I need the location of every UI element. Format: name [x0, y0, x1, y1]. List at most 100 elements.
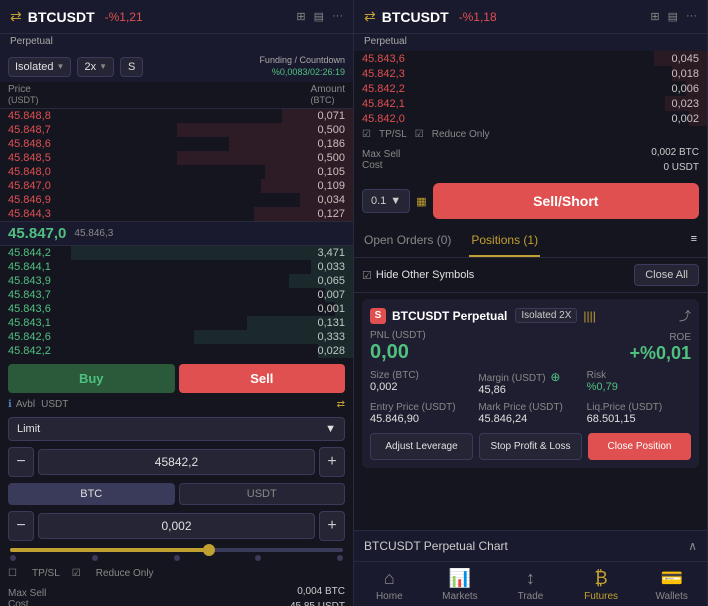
transfer-icon[interactable]: ⇄ — [337, 399, 345, 410]
right-max-sell-row: Max SellCost 0,002 BTC 0 USDT — [354, 143, 707, 177]
right-ask-row[interactable]: 45.842,3 0,018 — [354, 66, 707, 81]
right-ask-row[interactable]: 45.842,2 0,006 — [354, 81, 707, 96]
bid-row[interactable]: 45.843,1 0,131 — [0, 316, 353, 330]
right-list-icon[interactable]: ▤ — [668, 10, 678, 23]
slider-fill — [10, 548, 210, 552]
ask-row[interactable]: 45.844,3 0,127 — [0, 207, 353, 221]
right-ask-row[interactable]: 45.842,0 0,002 — [354, 111, 707, 126]
amount-decrease-btn[interactable]: − — [8, 511, 34, 541]
pnl-value: 0,00 — [370, 341, 629, 364]
right-pair-change: -%1,18 — [459, 10, 497, 24]
open-orders-tab[interactable]: Open Orders (0) — [362, 225, 453, 257]
action-buttons: Adjust Leverage Stop Profit & Loss Close… — [370, 433, 691, 460]
right-nav-trade[interactable]: ↕ Trade — [495, 568, 566, 602]
right-tpsl-row: ☑ TP/SL ☑ Reduce Only — [354, 126, 707, 143]
positions-tab[interactable]: Positions (1) — [469, 225, 540, 257]
slider-dot — [10, 555, 16, 561]
margin-val: 45,86 — [478, 384, 582, 396]
bid-row[interactable]: 45.844,2 3,471 — [0, 246, 353, 260]
ask-row[interactable]: 45.848,5 0,500 — [0, 151, 353, 165]
right-tpsl-check[interactable]: ☑ — [362, 129, 371, 140]
left-asks: 45.848,8 0,071 45.848,7 0,500 45.848,6 0… — [0, 109, 353, 221]
price-decrease-btn[interactable]: − — [8, 447, 34, 477]
left-perpetual: Perpetual — [0, 34, 353, 51]
amount-col-label: Amount(BTC) — [311, 84, 345, 106]
right-nav-home[interactable]: ⌂ Home — [354, 568, 425, 602]
pos-badges: Isolated 2X — [515, 308, 577, 323]
right-header-icons: ⊞ ▤ ··· — [650, 10, 697, 23]
bid-row[interactable]: 45.843,9 0,065 — [0, 274, 353, 288]
amount-increase-btn[interactable]: + — [319, 511, 345, 541]
share-icon[interactable]: ⤴ — [679, 307, 691, 324]
right-ask-row[interactable]: 45.842,1 0,023 — [354, 96, 707, 111]
max-sell-vals: 0,004 BTC 45,85 USDT — [290, 584, 345, 606]
grid-icon[interactable]: ⊞ — [296, 10, 305, 23]
usdt-tab[interactable]: USDT — [179, 483, 346, 505]
right-home-icon: ⌂ — [384, 568, 395, 589]
roe-section: ROE +%0,01 — [629, 332, 691, 364]
price-input[interactable] — [38, 449, 315, 475]
bid-row[interactable]: 45.843,6 0,001 — [0, 302, 353, 316]
right-sell-short-button[interactable]: Sell/Short — [433, 183, 699, 219]
right-chart-footer[interactable]: BTCUSDT Perpetual Chart ∧ — [354, 530, 707, 561]
bid-row[interactable]: 45.842,2 0,028 — [0, 344, 353, 358]
ask-row[interactable]: 45.848,6 0,186 — [0, 137, 353, 151]
amount-input[interactable] — [38, 513, 315, 539]
buy-tab[interactable]: Buy — [8, 364, 175, 393]
right-nav-markets-label: Markets — [442, 591, 478, 602]
entry-label: Entry Price (USDT) — [370, 402, 474, 413]
bid-row[interactable]: 45.844,1 0,033 — [0, 260, 353, 274]
roe-value: +%0,01 — [629, 343, 691, 364]
bid-row[interactable]: 45.843,7 0,007 — [0, 288, 353, 302]
close-position-button[interactable]: Close Position — [588, 433, 691, 460]
slider-row[interactable] — [0, 544, 353, 565]
ask-row[interactable]: 45.846,9 0,034 — [0, 193, 353, 207]
bid-row[interactable]: 45.842,6 0,333 — [0, 330, 353, 344]
left-bids: 45.844,2 3,471 45.844,1 0,033 45.843,9 0… — [0, 246, 353, 358]
order-type-row: Limit ▼ — [0, 414, 353, 444]
ask-row[interactable]: 45.848,8 0,071 — [0, 109, 353, 123]
list-view-icon[interactable]: ≡ — [689, 225, 699, 257]
right-chart-icon[interactable]: ▦ — [416, 195, 426, 208]
ask-row[interactable]: 45.848,0 0,105 — [0, 165, 353, 179]
slider-track[interactable] — [10, 548, 343, 552]
mark-label: Mark Price (USDT) — [478, 402, 582, 413]
ob-header: Price(USDT) Amount(BTC) — [0, 82, 353, 109]
ask-row[interactable]: 45.847,0 0,109 — [0, 179, 353, 193]
margin-plus-icon[interactable]: ⊕ — [550, 370, 560, 384]
more-icon[interactable]: ··· — [332, 10, 343, 23]
price-increase-btn[interactable]: + — [319, 447, 345, 477]
leverage-select[interactable]: 2x ▼ — [77, 57, 114, 77]
right-nav-futures[interactable]: ₿ Futures — [566, 568, 637, 602]
price-col-label: Price(USDT) — [8, 84, 39, 106]
size-val: 0,002 — [370, 381, 474, 393]
list-icon[interactable]: ▤ — [314, 10, 324, 23]
right-nav-markets[interactable]: 📊 Markets — [425, 568, 496, 602]
right-reduce-check[interactable]: ☑ — [415, 129, 424, 140]
sell-tab[interactable]: Sell — [179, 364, 346, 393]
right-grid-icon[interactable]: ⊞ — [650, 10, 659, 23]
isolated-select[interactable]: Isolated ▼ — [8, 57, 71, 77]
hide-check[interactable]: ☑ — [362, 269, 372, 282]
btc-tab[interactable]: BTC — [8, 483, 175, 505]
avbl-label: Avbl — [16, 399, 35, 410]
right-nav-wallets[interactable]: 💳 Wallets — [636, 568, 707, 602]
close-all-button[interactable]: Close All — [634, 264, 699, 286]
right-qty-select[interactable]: 0.1 ▼ — [362, 189, 410, 213]
pnl-section: PNL (USDT) 0,00 — [370, 330, 629, 364]
bars-icon: |||| — [583, 309, 595, 323]
stop-profit-loss-button[interactable]: Stop Profit & Loss — [479, 433, 582, 460]
right-swap-icon: ⇄ — [364, 8, 376, 25]
order-type-select[interactable]: Limit ▼ — [8, 417, 345, 441]
right-markets-icon: 📊 — [449, 568, 471, 589]
liq-val: 68.501,15 — [587, 413, 691, 425]
tpsl-checkbox[interactable]: ☐ — [8, 568, 17, 579]
right-pair-name: BTCUSDT — [382, 9, 449, 25]
reduce-only-checkbox[interactable]: ☑ — [72, 568, 81, 579]
ask-row[interactable]: 45.848,7 0,500 — [0, 123, 353, 137]
right-ask-row[interactable]: 45.843,6 0,045 — [354, 51, 707, 66]
right-nav-trade-label: Trade — [518, 591, 544, 602]
adjust-leverage-button[interactable]: Adjust Leverage — [370, 433, 473, 460]
right-more-icon[interactable]: ··· — [686, 10, 697, 23]
pnl-roe-row: PNL (USDT) 0,00 ROE +%0,01 — [370, 330, 691, 364]
